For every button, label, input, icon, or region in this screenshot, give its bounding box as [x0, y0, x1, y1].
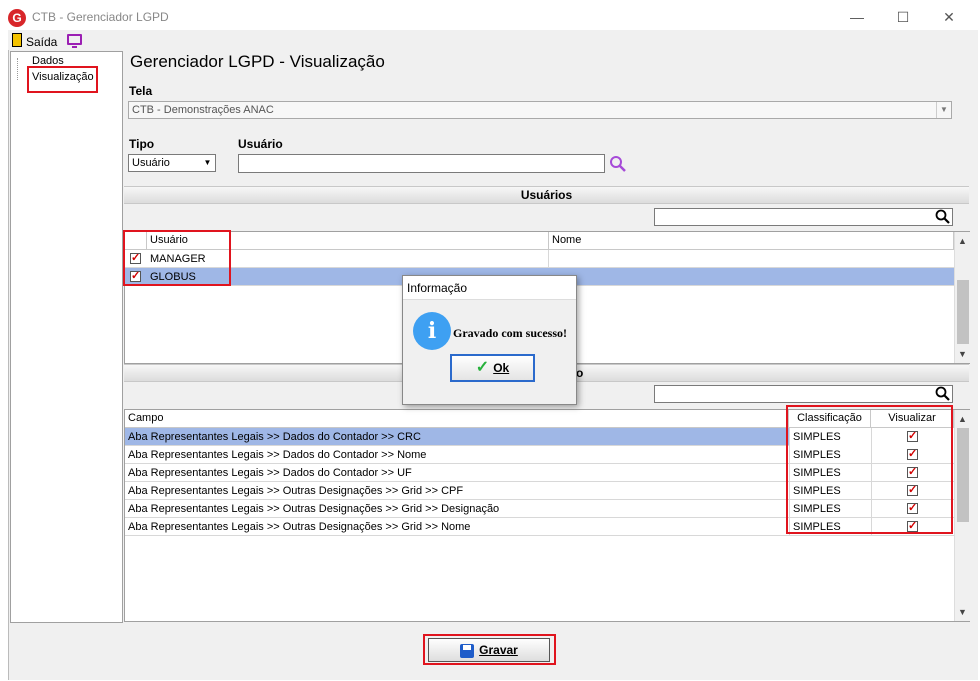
page-title: Gerenciador LGPD - Visualização [130, 52, 385, 71]
tela-value: CTB - Demonstrações ANAC [132, 104, 274, 116]
window-title: CTB - Gerenciador LGPD [32, 10, 169, 24]
exit-door-icon[interactable] [12, 33, 22, 47]
info-dialog: Informação i Gravado com sucesso! ✓ Ok [402, 275, 577, 405]
scroll-down-icon[interactable]: ▼ [955, 347, 970, 361]
search-icon[interactable] [609, 155, 627, 173]
close-button[interactable]: ✕ [934, 6, 964, 28]
table-row[interactable]: ✓ MANAGER [125, 250, 954, 268]
chevron-down-icon[interactable]: ▼ [200, 155, 215, 171]
fields-filter-input[interactable] [654, 385, 953, 403]
ok-button[interactable]: ✓ Ok [450, 354, 535, 382]
navigation-tree [10, 51, 123, 623]
monitor-icon[interactable] [67, 34, 82, 48]
scroll-up-icon[interactable]: ▲ [955, 234, 970, 248]
fields-scrollbar[interactable]: ▲ ▼ [954, 410, 970, 621]
campo-cell: Aba Representantes Legais >> Outras Desi… [128, 485, 464, 497]
app-logo-icon: G [8, 9, 26, 27]
search-icon[interactable] [935, 209, 950, 224]
exit-menu-item[interactable]: Saída [26, 35, 57, 49]
campo-cell: Aba Representantes Legais >> Outras Desi… [128, 503, 500, 515]
scroll-thumb[interactable] [957, 428, 969, 522]
tipo-value: Usuário [132, 157, 170, 169]
dialog-title: Informação [403, 276, 576, 300]
usuario-input[interactable] [238, 154, 605, 173]
usuario-label: Usuário [238, 137, 283, 151]
fields-section-title: o [576, 366, 584, 380]
campo-cell: Aba Representantes Legais >> Outras Desi… [128, 521, 471, 533]
campo-cell: Aba Representantes Legais >> Dados do Co… [128, 467, 412, 479]
scroll-down-icon[interactable]: ▼ [955, 605, 970, 619]
dialog-message: Gravado com sucesso! [453, 326, 567, 340]
highlight-box-users [123, 230, 231, 286]
name-cell [549, 250, 954, 268]
column-header-campo[interactable]: Campo [125, 410, 789, 428]
info-icon: i [413, 312, 451, 350]
users-section-header: Usuários [124, 186, 969, 204]
tree-connector [17, 58, 18, 80]
highlight-box-tree [27, 66, 98, 93]
chevron-down-icon[interactable]: ▼ [936, 102, 951, 118]
tela-label: Tela [129, 84, 153, 98]
name-cell [549, 268, 954, 286]
scroll-up-icon[interactable]: ▲ [955, 412, 970, 426]
menu-bar [8, 30, 978, 50]
users-filter-input[interactable] [654, 208, 953, 226]
tela-combobox[interactable]: CTB - Demonstrações ANAC ▼ [128, 101, 952, 119]
users-scrollbar[interactable]: ▲ ▼ [954, 232, 970, 363]
checkmark-icon: ✓ [475, 359, 490, 376]
scroll-thumb[interactable] [957, 280, 969, 344]
campo-cell: Aba Representantes Legais >> Dados do Co… [128, 449, 427, 461]
highlight-box-save [423, 634, 556, 665]
ok-button-label: Ok [493, 361, 510, 375]
minimize-button[interactable]: — [842, 6, 872, 28]
campo-cell: Aba Representantes Legais >> Dados do Co… [128, 431, 421, 443]
tipo-select[interactable]: Usuário ▼ [128, 154, 216, 172]
column-header-nome[interactable]: Nome [549, 232, 954, 250]
maximize-button[interactable]: ☐ [888, 6, 918, 28]
search-icon[interactable] [935, 386, 950, 401]
tipo-label: Tipo [129, 137, 155, 151]
highlight-box-fields [786, 405, 953, 534]
